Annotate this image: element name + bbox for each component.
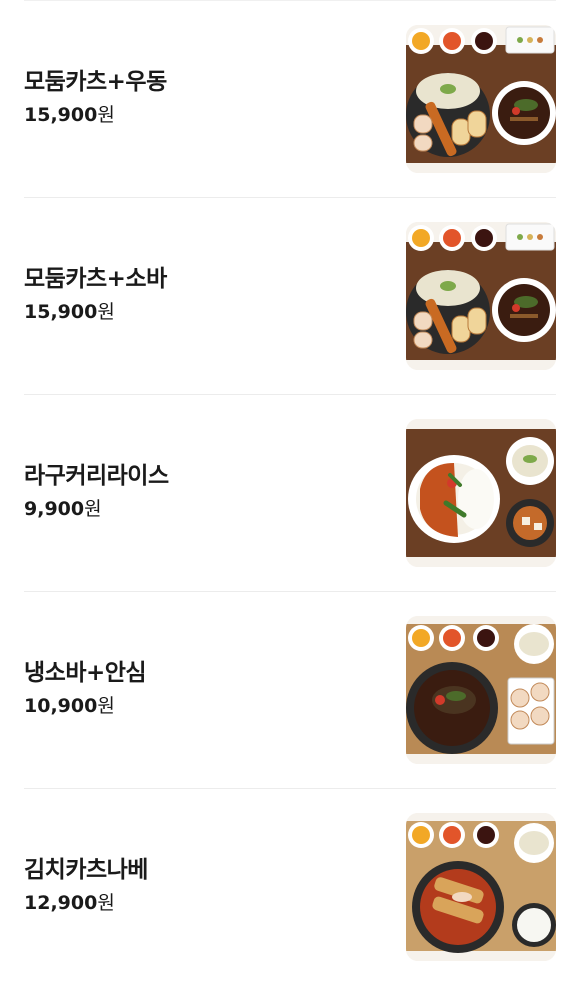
menu-item-text: 라구커리라이스 9,900원 <box>24 461 169 521</box>
price-unit: 원 <box>97 301 115 323</box>
menu-item-price: 10,900원 <box>24 694 146 718</box>
menu-item-name: 라구커리라이스 <box>24 463 169 489</box>
menu-item-text: 김치카츠나베 12,900원 <box>24 855 148 915</box>
menu-list: 모둠카츠+우동 15,900원 모둠카츠+소바 15,900원 라구커리라이스 … <box>0 0 580 985</box>
menu-item-ragu-curry-rice[interactable]: 라구커리라이스 9,900원 <box>24 394 556 591</box>
menu-item-name: 모둠카츠+소바 <box>24 266 167 292</box>
katsu-soba-set-illustration <box>406 222 556 370</box>
katsu-udon-set-illustration <box>406 25 556 173</box>
menu-item-name: 냉소바+안심 <box>24 660 147 686</box>
menu-item-price: 9,900원 <box>24 497 169 521</box>
price-value: 9,900 <box>24 498 85 520</box>
ragu-curry-illustration <box>406 419 556 567</box>
menu-item-modum-katsu-soba[interactable]: 모둠카츠+소바 15,900원 <box>24 197 556 394</box>
menu-item-text: 냉소바+안심 10,900원 <box>24 658 147 718</box>
menu-item-kimchi-katsu-nabe[interactable]: 김치카츠나베 12,900원 <box>24 788 556 985</box>
menu-item-text: 모둠카츠+소바 15,900원 <box>24 264 167 324</box>
cold-soba-set-illustration <box>406 616 556 764</box>
price-unit: 원 <box>84 498 102 520</box>
food-photo-icon[interactable] <box>406 222 556 370</box>
menu-item-text: 모둠카츠+우동 15,900원 <box>24 67 167 127</box>
price-unit: 원 <box>97 695 115 717</box>
price-value: 10,900 <box>24 695 98 717</box>
price-value: 15,900 <box>24 301 98 323</box>
menu-item-price: 15,900원 <box>24 103 167 127</box>
price-unit: 원 <box>97 104 115 126</box>
food-photo-icon[interactable] <box>406 616 556 764</box>
price-unit: 원 <box>97 892 115 914</box>
food-photo-icon[interactable] <box>406 419 556 567</box>
menu-item-name: 모둠카츠+우동 <box>24 69 167 95</box>
price-value: 12,900 <box>24 892 98 914</box>
food-photo-icon[interactable] <box>406 25 556 173</box>
menu-item-modum-katsu-udon[interactable]: 모둠카츠+우동 15,900원 <box>24 0 556 197</box>
price-value: 15,900 <box>24 104 98 126</box>
menu-item-price: 15,900원 <box>24 300 167 324</box>
menu-item-name: 김치카츠나베 <box>24 857 148 883</box>
menu-item-cold-soba-tenderloin[interactable]: 냉소바+안심 10,900원 <box>24 591 556 788</box>
menu-item-price: 12,900원 <box>24 891 148 915</box>
food-photo-icon[interactable] <box>406 813 556 961</box>
kimchi-katsu-nabe-illustration <box>406 813 556 961</box>
